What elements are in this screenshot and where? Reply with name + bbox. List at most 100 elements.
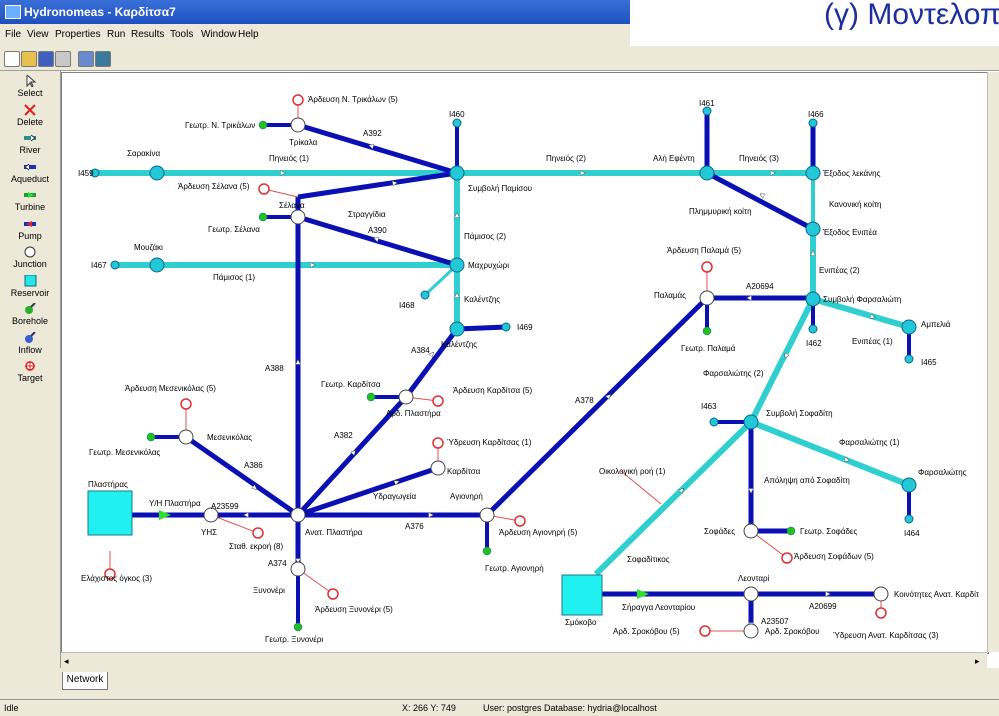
toolbar <box>0 46 999 71</box>
tool-turbine[interactable]: Turbine <box>0 189 60 212</box>
node-label: Καρδίτσα <box>447 467 481 476</box>
node-label: Γεωτρ. Μεσενικόλας <box>89 448 160 457</box>
target-icon <box>25 361 35 371</box>
aqueduct-icon <box>24 163 36 171</box>
tool-label: Delete <box>16 117 43 127</box>
new-file-icon[interactable] <box>4 51 20 67</box>
tool-delete[interactable]: Delete <box>0 104 60 127</box>
scroll-left-icon[interactable]: ◂ <box>64 656 69 667</box>
title-bar: Hydronomeas - Καρδίτσα7 <box>0 0 630 24</box>
network-canvas[interactable]: Άρδευση Ν. Τρικάλων (5) Γεωτρ. Ν. Τρικάλ… <box>61 72 989 654</box>
tool-reservoir[interactable]: Reservoir <box>0 275 60 298</box>
node-label: Αμπελιά <box>921 320 951 329</box>
node-label: ΥΗΣ <box>201 528 217 537</box>
link-label: Α23599 <box>211 502 239 511</box>
app-icon <box>5 5 21 19</box>
network-view-icon[interactable] <box>78 51 94 67</box>
node-label: Γεωτρ. Σοφάδες <box>800 527 857 536</box>
node-label: Έξοδος λεκάνης <box>822 169 881 178</box>
node-label: Άρδευση Μεσενικόλας (5) <box>125 384 216 393</box>
borehole-nodes[interactable] <box>146 120 796 632</box>
node-label: Άρδευση Παλαμά (5) <box>667 246 741 255</box>
cursor-icon <box>26 75 37 87</box>
tool-label: Reservoir <box>10 288 50 298</box>
tool-pump[interactable]: Pump <box>0 218 60 241</box>
link-label: Α386 <box>244 461 263 470</box>
tab-network[interactable]: Network <box>62 672 108 690</box>
window-title: Hydronomeas - Καρδίτσα7 <box>24 5 176 19</box>
link-label: Πάμισος (1) <box>213 273 255 282</box>
menu-help[interactable]: Help <box>238 29 259 40</box>
reservoir-plastiras[interactable] <box>87 490 133 536</box>
node-label: Άρδευση Αγιονηρή (5) <box>499 528 578 537</box>
link-label: Α374 <box>268 559 287 568</box>
boundary-nodes[interactable] <box>90 106 914 524</box>
open-folder-icon[interactable] <box>21 51 37 67</box>
pump-icon <box>24 221 36 227</box>
node-label: Ελάχιστος όγκος (3) <box>81 574 152 583</box>
menu-results[interactable]: Results <box>131 29 164 40</box>
x-icon <box>24 104 36 116</box>
circle-icon <box>24 246 36 258</box>
tool-select[interactable]: Select <box>0 75 60 98</box>
link-label: Φαρσαλιώτης (1) <box>839 438 900 447</box>
print-icon[interactable] <box>55 51 71 67</box>
node-label: Άρδευση Ξυνονέρι (5) <box>315 605 393 614</box>
menu-run[interactable]: Run <box>107 29 125 40</box>
node-label: Ι459 <box>78 169 94 178</box>
node-label: Σταθ. εκροή (8) <box>229 542 283 551</box>
node-label: Ι460 <box>449 110 465 119</box>
link-label: Α376 <box>405 522 424 531</box>
borehole-icon <box>25 303 36 314</box>
link-label: Σήραγγα Λεονταρίου <box>622 603 695 612</box>
node-label: Μαχρυχώρι <box>468 261 509 270</box>
tool-target[interactable]: Target <box>0 360 60 383</box>
save-icon[interactable] <box>38 51 54 67</box>
tool-river[interactable]: River <box>0 132 60 155</box>
tool-inflow[interactable]: Inflow <box>0 332 60 355</box>
link-label: Α382 <box>334 431 353 440</box>
vertical-scrollbar[interactable] <box>987 72 999 652</box>
node-label: Αρδ. Σροκόβου <box>765 627 820 636</box>
link-label: Υδραγωγεία <box>373 492 417 501</box>
node-label: Ι466 <box>808 110 824 119</box>
network-diagram[interactable]: Άρδευση Ν. Τρικάλων (5) Γεωτρ. Ν. Τρικάλ… <box>62 73 988 653</box>
menu-tools[interactable]: Tools <box>170 29 193 40</box>
link-label: Πηνειός (2) <box>546 154 586 163</box>
node-label: Λεονταρί <box>738 574 770 583</box>
node-label: Σοφάδες <box>704 527 735 536</box>
node-label: Μουζάκι <box>134 243 163 252</box>
tool-aqueduct[interactable]: Aqueduct <box>0 161 60 184</box>
node-label: Ύδρευση Ανατ. Καρδίτσας (3) <box>833 631 939 640</box>
link-label: Ενιπέας (2) <box>819 266 860 275</box>
node-label: Καλέντζης <box>441 340 477 349</box>
link-label: Υ/Η Πλαστήρα <box>149 499 201 508</box>
node-label: Κοινότητες Ανατ. Καρδίτ <box>894 590 980 599</box>
menu-window[interactable]: Window <box>201 29 237 40</box>
tool-junction[interactable]: Junction <box>0 246 60 269</box>
node-label: Αρδ. Πλαστήρα <box>386 409 441 418</box>
status-bar: Idle X: 266 Y: 749 User: postgres Databa… <box>0 699 999 716</box>
menu-properties[interactable]: Properties <box>55 29 101 40</box>
link-label: Πηνειός (3) <box>739 154 779 163</box>
horizontal-scrollbar[interactable]: ◂ ▸ <box>61 652 987 669</box>
link-label: Απόληψη από Σοφαδίτη <box>764 476 850 485</box>
reservoir-smokovo[interactable] <box>561 574 603 616</box>
status-state: Idle <box>4 703 19 713</box>
node-label: Ύδρευση Καρδίτσας (1) <box>447 438 532 447</box>
link-label: Α20699 <box>809 602 837 611</box>
menu-view[interactable]: View <box>27 29 49 40</box>
tool-label: Select <box>17 88 43 98</box>
link-label: Α20694 <box>746 282 774 291</box>
scroll-right-icon[interactable]: ▸ <box>975 656 980 667</box>
tool-label: River <box>19 145 41 155</box>
node-label: Ανατ. Πλαστήρα <box>305 528 363 537</box>
node-label: Τρίκαλα <box>289 138 318 147</box>
run-model-icon[interactable] <box>95 51 111 67</box>
tool-borehole[interactable]: Borehole <box>0 303 60 326</box>
tab-bar: Network <box>0 668 999 699</box>
node-label: Άρδευση Ν. Τρικάλων (5) <box>308 95 398 104</box>
node-label: Γεωτρ. Παλαμά <box>681 344 736 353</box>
square-icon <box>24 275 37 287</box>
menu-file[interactable]: File <box>5 29 21 40</box>
